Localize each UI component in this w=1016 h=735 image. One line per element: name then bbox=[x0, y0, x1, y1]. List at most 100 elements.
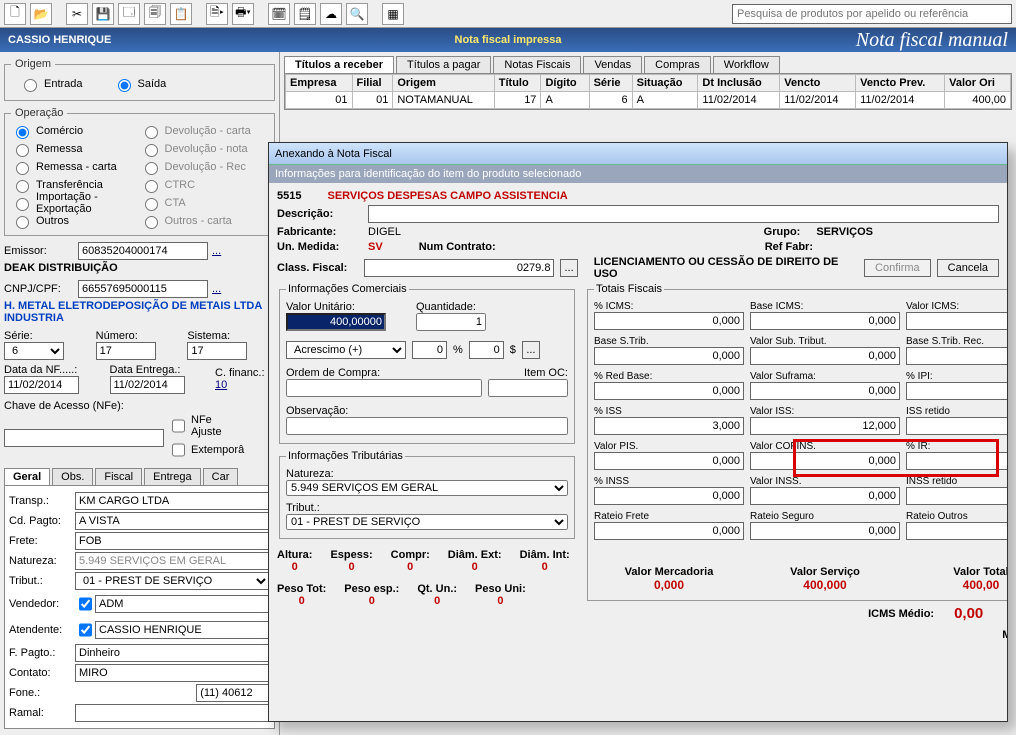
radio-entrada[interactable]: Entrada bbox=[19, 76, 83, 92]
col-empresa[interactable]: Empresa bbox=[286, 75, 353, 92]
confirma-button[interactable]: Confirma bbox=[864, 259, 931, 277]
totais-input-26[interactable] bbox=[906, 522, 1007, 540]
tool-excel-icon[interactable]: 🗔 bbox=[118, 3, 140, 25]
ordemcompra-input[interactable] bbox=[286, 379, 482, 397]
gtab-compras[interactable]: Compras bbox=[644, 56, 711, 73]
tribut-select[interactable]: 01 - PREST DE SERVIÇO bbox=[75, 572, 270, 590]
op-cta[interactable]: CTA bbox=[140, 195, 269, 211]
totais-input-6[interactable] bbox=[906, 347, 1007, 365]
datanf-input[interactable] bbox=[4, 376, 79, 394]
transp-input[interactable] bbox=[75, 492, 270, 510]
tool-add-doc-icon[interactable]: 🗎▸ bbox=[206, 3, 228, 25]
col-dtinc[interactable]: Dt Inclusão bbox=[698, 75, 780, 92]
modal-tribut-select[interactable]: 01 - PREST DE SERVIÇO bbox=[286, 514, 568, 530]
gtab-receber[interactable]: Títulos a receber bbox=[284, 56, 394, 73]
radio-saida[interactable]: Saída bbox=[113, 76, 167, 92]
tab-car[interactable]: Car bbox=[203, 468, 239, 485]
totais-input-21[interactable] bbox=[750, 487, 900, 505]
op-dev-rec[interactable]: Devolução - Rec bbox=[140, 159, 269, 175]
totais-input-10[interactable] bbox=[906, 382, 1007, 400]
quantidade-input[interactable] bbox=[416, 313, 486, 331]
serie-select[interactable]: 6 bbox=[4, 342, 64, 360]
tab-geral[interactable]: Geral bbox=[4, 468, 50, 485]
tool-note-icon[interactable]: 🗒 bbox=[294, 3, 316, 25]
totais-input-4[interactable] bbox=[594, 347, 744, 365]
tool-copy-icon[interactable]: 🗐 bbox=[144, 3, 166, 25]
col-filial[interactable]: Filial bbox=[352, 75, 393, 92]
atendente-check[interactable] bbox=[79, 621, 92, 639]
tool-cloud-icon[interactable]: ☁ bbox=[320, 3, 342, 25]
totais-input-25[interactable] bbox=[750, 522, 900, 540]
frete-input[interactable] bbox=[75, 532, 270, 550]
col-venctoprev[interactable]: Vencto Prev. bbox=[856, 75, 945, 92]
natureza-input[interactable] bbox=[75, 552, 270, 570]
classfiscal-input[interactable] bbox=[364, 259, 555, 277]
numero-input[interactable] bbox=[96, 342, 156, 360]
col-titulo[interactable]: Título bbox=[494, 75, 541, 92]
chave-input[interactable] bbox=[4, 429, 164, 447]
modal-natureza-select[interactable]: 5.949 SERVIÇOS EM GERAL bbox=[286, 480, 568, 496]
chk-nfe-ajuste[interactable]: NFe Ajuste bbox=[168, 414, 238, 438]
col-serie[interactable]: Série bbox=[589, 75, 632, 92]
classfiscal-lookup[interactable]: ... bbox=[560, 259, 577, 277]
op-ctrc[interactable]: CTRC bbox=[140, 177, 269, 193]
itemoc-input[interactable] bbox=[488, 379, 568, 397]
totais-input-17[interactable] bbox=[750, 452, 900, 470]
totais-input-0[interactable] bbox=[594, 312, 744, 330]
totais-input-18[interactable] bbox=[906, 452, 1007, 470]
tool-search-icon[interactable]: 🔍 bbox=[346, 3, 368, 25]
tool-grid-icon[interactable]: ▦ bbox=[382, 3, 404, 25]
tool-print-icon[interactable]: 🖶▾ bbox=[232, 3, 254, 25]
totais-input-9[interactable] bbox=[750, 382, 900, 400]
col-valor[interactable]: Valor Ori bbox=[945, 75, 1011, 92]
cnpj-lookup[interactable]: ... bbox=[212, 283, 221, 295]
col-sit[interactable]: Situação bbox=[632, 75, 698, 92]
tool-open-icon[interactable]: 📂 bbox=[30, 3, 52, 25]
ramal-input[interactable] bbox=[75, 704, 270, 722]
chk-extempora[interactable]: Extemporâ bbox=[168, 438, 238, 462]
col-vencto[interactable]: Vencto bbox=[780, 75, 856, 92]
acrescimo-lookup[interactable]: ... bbox=[522, 341, 540, 359]
vendedor-check[interactable] bbox=[79, 595, 92, 613]
tab-obs[interactable]: Obs. bbox=[52, 468, 93, 485]
sistema-input[interactable] bbox=[187, 342, 247, 360]
cnpj-input[interactable] bbox=[78, 280, 208, 298]
atendente-input[interactable] bbox=[95, 621, 270, 639]
totais-input-5[interactable] bbox=[750, 347, 900, 365]
totais-input-16[interactable] bbox=[594, 452, 744, 470]
emissor-input[interactable] bbox=[78, 242, 208, 260]
op-outros[interactable]: Outros bbox=[11, 213, 140, 229]
observacao-input[interactable] bbox=[286, 417, 568, 435]
tool-cut-icon[interactable]: ✂ bbox=[66, 3, 88, 25]
op-outros-carta[interactable]: Outros - carta bbox=[140, 213, 269, 229]
op-remessa[interactable]: Remessa bbox=[11, 141, 140, 157]
col-digito[interactable]: Dígito bbox=[541, 75, 589, 92]
pagto-input[interactable] bbox=[75, 512, 270, 530]
op-dev-carta[interactable]: Devolução - carta bbox=[140, 123, 269, 139]
vendedor-input[interactable] bbox=[95, 595, 270, 613]
gtab-workflow[interactable]: Workflow bbox=[713, 56, 780, 73]
tool-save-icon[interactable]: 💾 bbox=[92, 3, 114, 25]
gtab-pagar[interactable]: Títulos a pagar bbox=[396, 56, 491, 73]
contato-input[interactable] bbox=[75, 664, 270, 682]
totais-input-12[interactable] bbox=[594, 417, 744, 435]
totais-input-1[interactable] bbox=[750, 312, 900, 330]
col-origem[interactable]: Origem bbox=[393, 75, 494, 92]
acrescimo-pct-input[interactable] bbox=[412, 341, 447, 359]
totais-input-14[interactable] bbox=[906, 417, 1007, 435]
gtab-nf[interactable]: Notas Fiscais bbox=[493, 56, 581, 73]
op-dev-nota[interactable]: Devolução - nota bbox=[140, 141, 269, 157]
fpagto-input[interactable] bbox=[75, 644, 270, 662]
cfinanc-link[interactable]: 10 bbox=[215, 379, 227, 391]
valorunit-input[interactable] bbox=[286, 313, 386, 331]
dataentrega-input[interactable] bbox=[110, 376, 185, 394]
tool-paste-icon[interactable]: 📋 bbox=[170, 3, 192, 25]
tool-calendar-icon[interactable]: 🗓 bbox=[268, 3, 290, 25]
tab-fiscal[interactable]: Fiscal bbox=[95, 468, 142, 485]
totais-input-20[interactable] bbox=[594, 487, 744, 505]
gtab-vendas[interactable]: Vendas bbox=[583, 56, 642, 73]
totais-input-13[interactable] bbox=[750, 417, 900, 435]
totais-input-22[interactable] bbox=[906, 487, 1007, 505]
op-import[interactable]: Importação - Exportação bbox=[11, 195, 140, 211]
receivables-grid[interactable]: Empresa Filial Origem Título Dígito Séri… bbox=[285, 74, 1011, 109]
